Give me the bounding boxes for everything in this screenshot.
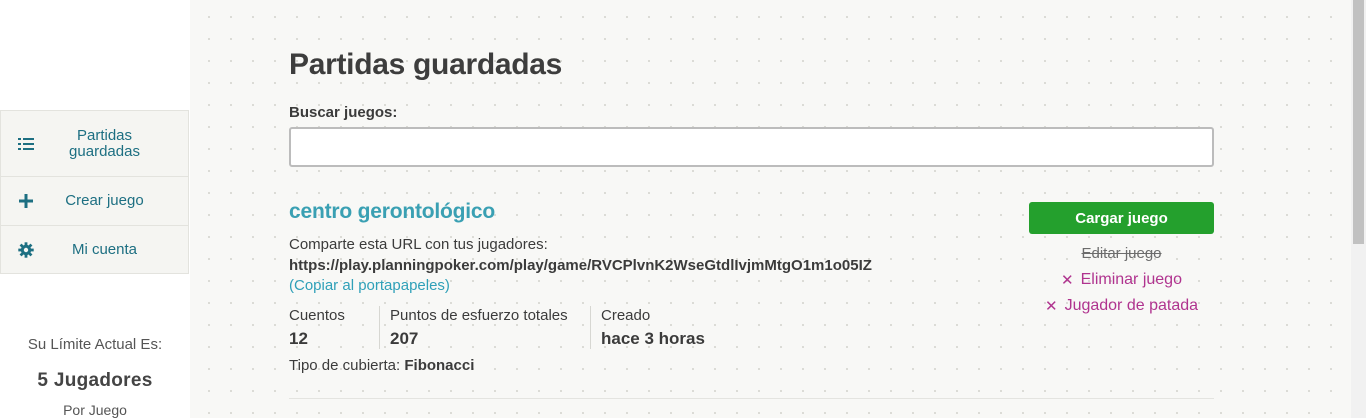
main-content: Partidas guardadas Buscar juegos: centro… xyxy=(190,0,1366,418)
limit-suffix: Por Juego xyxy=(63,402,127,418)
limit-heading: Su Límite Actual Es: xyxy=(27,336,163,353)
page-title: Partidas guardadas xyxy=(289,48,563,81)
sidebar-item-label: Partidas guardadas xyxy=(69,126,140,160)
sidebar: Partidas guardadas Crear juego Mi cuenta… xyxy=(0,0,190,418)
deck-type: Tipo de cubierta: Fibonacci xyxy=(289,357,474,374)
delete-game-label: Eliminar juego xyxy=(1080,271,1182,288)
close-icon: ✕ xyxy=(1044,298,1058,315)
scrollbar[interactable] xyxy=(1351,0,1366,418)
stat-value: 12 xyxy=(289,329,308,348)
stat-label: Creado xyxy=(601,307,651,324)
stat-value: hace 3 horas xyxy=(601,329,705,348)
sidebar-item-saved-games[interactable]: Partidas guardadas xyxy=(0,110,189,176)
divider xyxy=(289,398,1214,399)
stat-stories: Cuentos 12 xyxy=(289,306,379,349)
share-url: https://play.planningpoker.com/play/game… xyxy=(289,257,872,274)
sidebar-item-label: Crear juego xyxy=(65,192,144,209)
stat-value: 207 xyxy=(390,329,419,348)
sidebar-item-label: Mi cuenta xyxy=(71,240,138,258)
search-label: Buscar juegos: xyxy=(289,104,398,121)
game-title: centro gerontológico xyxy=(289,200,496,223)
kick-player-label: Jugador de patada xyxy=(1064,297,1199,314)
game-actions: Cargar juego Editar juego ✕ Eliminar jue… xyxy=(1029,202,1214,315)
deck-value: Fibonacci xyxy=(404,357,475,374)
kick-player-link[interactable]: ✕ Jugador de patada xyxy=(1029,297,1214,315)
stat-label: Cuentos xyxy=(289,307,345,324)
stat-created: Creado hace 3 horas xyxy=(590,306,715,349)
limit-value: 5 Jugadores xyxy=(37,370,153,391)
sidebar-item-create-game[interactable]: Crear juego xyxy=(0,176,189,225)
deck-label: Tipo de cubierta: xyxy=(289,357,401,374)
copy-to-clipboard-link[interactable]: (Copiar al portapapeles) xyxy=(289,277,450,294)
player-limit: Su Límite Actual Es: 5 Jugadores Por Jue… xyxy=(0,336,190,418)
share-label: Comparte esta URL con tus jugadores: xyxy=(289,236,548,253)
plus-icon xyxy=(1,194,51,208)
edit-game-link[interactable]: Editar juego xyxy=(1029,245,1214,262)
scrollbar-thumb[interactable] xyxy=(1353,0,1364,244)
sidebar-nav: Partidas guardadas Crear juego Mi cuenta xyxy=(0,110,189,274)
stat-label: Puntos de esfuerzo totales xyxy=(390,307,568,324)
game-stats: Cuentos 12 Puntos de esfuerzo totales 20… xyxy=(289,306,715,349)
load-game-button[interactable]: Cargar juego xyxy=(1029,202,1214,234)
sidebar-item-my-account[interactable]: Mi cuenta xyxy=(0,225,189,274)
search-input[interactable] xyxy=(289,127,1214,167)
stat-effort-points: Puntos de esfuerzo totales 207 xyxy=(379,306,590,349)
delete-game-link[interactable]: ✕ Eliminar juego xyxy=(1029,271,1214,289)
gear-icon xyxy=(1,241,51,258)
list-icon xyxy=(1,137,51,151)
close-icon: ✕ xyxy=(1061,272,1074,289)
